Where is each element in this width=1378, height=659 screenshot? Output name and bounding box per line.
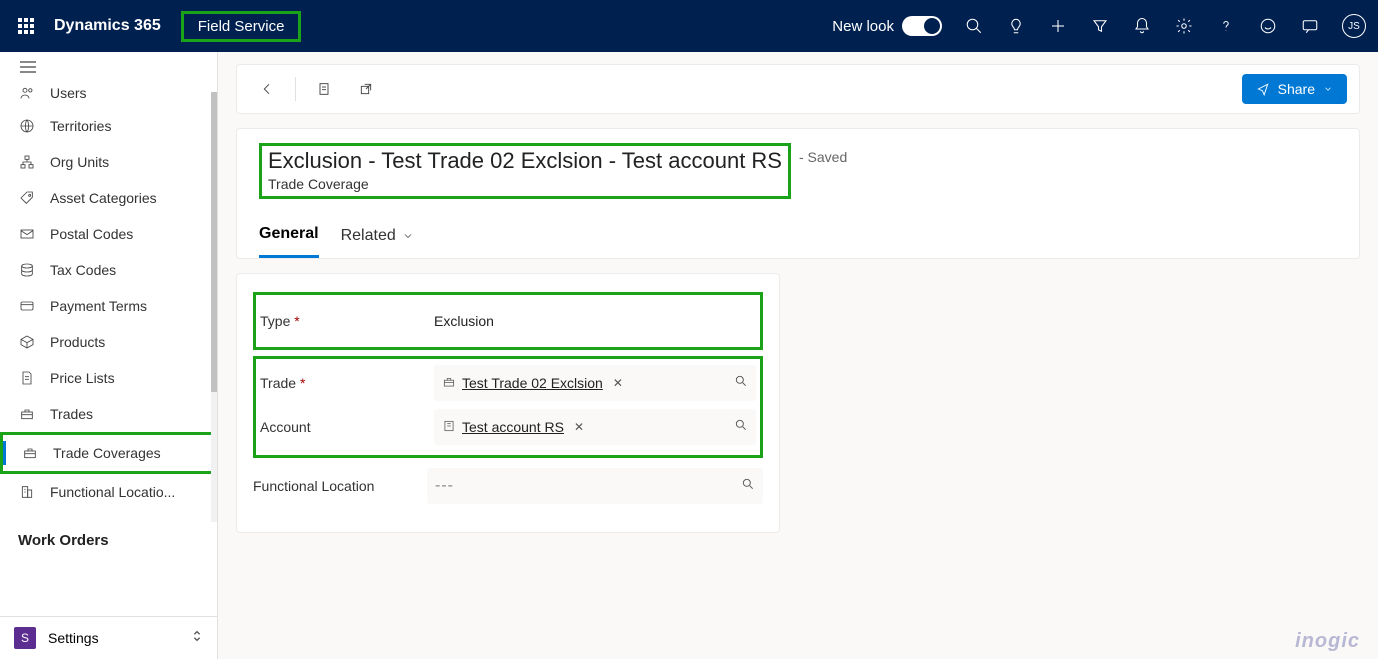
app-launcher-icon[interactable]: [18, 18, 34, 34]
user-avatar[interactable]: JS: [1342, 14, 1366, 38]
main-content: Share Exclusion - Test Trade 02 Exclsion…: [218, 52, 1378, 659]
document-icon: [18, 369, 36, 387]
record-tabs: General Related: [259, 219, 1337, 258]
sidebar-item-tradecoverages[interactable]: Trade Coverages: [3, 435, 212, 471]
gear-icon[interactable]: [1174, 16, 1194, 36]
chat-icon[interactable]: [1300, 16, 1320, 36]
search-icon[interactable]: [741, 477, 755, 496]
sidebar-item-paymentterms[interactable]: Payment Terms: [0, 288, 217, 324]
sidebar-item-products[interactable]: Products: [0, 324, 217, 360]
box-icon: [18, 333, 36, 351]
area-name: Settings: [48, 630, 179, 646]
funcloc-lookup[interactable]: ---: [427, 468, 763, 504]
command-bar: Share: [236, 64, 1360, 114]
help-icon[interactable]: [1216, 16, 1236, 36]
collapse-sidebar-icon[interactable]: [0, 52, 217, 82]
lightbulb-icon[interactable]: [1006, 16, 1026, 36]
field-functional-location: Functional Location ---: [253, 464, 763, 508]
sidebar-item-users[interactable]: Users: [0, 82, 217, 108]
tab-general[interactable]: General: [259, 219, 319, 258]
trade-label: Trade *: [260, 375, 424, 391]
tag-icon: [18, 189, 36, 207]
account-chip: Test account RS ✕: [442, 419, 588, 436]
open-new-window-button[interactable]: [348, 71, 384, 107]
account-lookup[interactable]: Test account RS ✕: [434, 409, 756, 445]
tab-related[interactable]: Related: [341, 219, 414, 258]
type-value[interactable]: Exclusion: [434, 313, 756, 329]
sidebar-item-orgunits[interactable]: Org Units: [0, 144, 217, 180]
record-title: Exclusion - Test Trade 02 Exclsion - Tes…: [268, 148, 782, 174]
toolbox-icon: [21, 444, 39, 462]
clear-trade-icon[interactable]: ✕: [609, 376, 627, 390]
add-icon[interactable]: [1048, 16, 1068, 36]
account-chip-value[interactable]: Test account RS: [462, 419, 564, 435]
chevron-down-icon: [1323, 84, 1333, 94]
site-sidebar: Users Territories Org Units Asset Catego…: [0, 52, 218, 659]
new-look-label: New look: [832, 18, 894, 35]
mail-icon: [18, 225, 36, 243]
record-entity-name: Trade Coverage: [268, 176, 782, 192]
area-switcher[interactable]: S Settings: [0, 616, 217, 659]
toggle-switch-icon[interactable]: [902, 16, 942, 36]
globe-icon: [18, 117, 36, 135]
filter-icon[interactable]: [1090, 16, 1110, 36]
form-card: Type * Exclusion Trade * Test Trade 02 E…: [236, 273, 780, 533]
hierarchy-icon: [18, 153, 36, 171]
funcloc-label: Functional Location: [253, 478, 417, 494]
bell-icon[interactable]: [1132, 16, 1152, 36]
sidebar-item-taxcodes[interactable]: Tax Codes: [0, 252, 217, 288]
chevron-updown-icon: [191, 629, 203, 648]
back-button[interactable]: [249, 71, 285, 107]
record-header-card: Exclusion - Test Trade 02 Exclsion - Tes…: [236, 128, 1360, 259]
account-icon: [442, 419, 456, 436]
brand-title: Dynamics 365: [54, 17, 161, 35]
toolbox-icon: [18, 405, 36, 423]
card-icon: [18, 297, 36, 315]
sidebar-item-functionallocations[interactable]: Functional Locatio...: [0, 474, 217, 510]
toolbox-icon: [442, 375, 456, 392]
sidebar-item-assetcategories[interactable]: Asset Categories: [0, 180, 217, 216]
trade-chip-value[interactable]: Test Trade 02 Exclsion: [462, 375, 603, 391]
smiley-icon[interactable]: [1258, 16, 1278, 36]
users-icon: [18, 84, 36, 102]
search-icon[interactable]: [734, 418, 748, 437]
funcloc-placeholder: ---: [435, 477, 454, 495]
clear-account-icon[interactable]: ✕: [570, 420, 588, 434]
record-title-box: Exclusion - Test Trade 02 Exclsion - Tes…: [259, 143, 791, 199]
watermark-text: inogic: [1295, 630, 1360, 653]
building-icon: [18, 483, 36, 501]
sidebar-scrollbar[interactable]: [211, 92, 217, 522]
sidebar-item-postalcodes[interactable]: Postal Codes: [0, 216, 217, 252]
field-trade: Trade * Test Trade 02 Exclsion ✕: [260, 361, 756, 405]
share-button[interactable]: Share: [1242, 74, 1347, 104]
chevron-down-icon: [402, 230, 414, 242]
sidebar-item-pricelists[interactable]: Price Lists: [0, 360, 217, 396]
share-icon: [1256, 82, 1270, 96]
trade-chip: Test Trade 02 Exclsion ✕: [442, 375, 627, 392]
sidebar-section-workorders: Work Orders: [0, 510, 217, 555]
sidebar-item-territories[interactable]: Territories: [0, 108, 217, 144]
sidebar-item-trades[interactable]: Trades: [0, 396, 217, 432]
new-look-toggle[interactable]: New look: [832, 16, 942, 36]
app-name[interactable]: Field Service: [181, 11, 302, 42]
trade-lookup[interactable]: Test Trade 02 Exclsion ✕: [434, 365, 756, 401]
save-status: - Saved: [799, 143, 847, 165]
field-type: Type * Exclusion: [260, 299, 756, 343]
global-navbar: Dynamics 365 Field Service New look JS: [0, 0, 1378, 52]
form-selector-button[interactable]: [306, 71, 342, 107]
type-label: Type *: [260, 313, 424, 329]
account-label: Account: [260, 419, 424, 435]
area-badge: S: [14, 627, 36, 649]
search-icon[interactable]: [734, 374, 748, 393]
stack-icon: [18, 261, 36, 279]
field-account: Account Test account RS ✕: [260, 405, 756, 449]
search-icon[interactable]: [964, 16, 984, 36]
